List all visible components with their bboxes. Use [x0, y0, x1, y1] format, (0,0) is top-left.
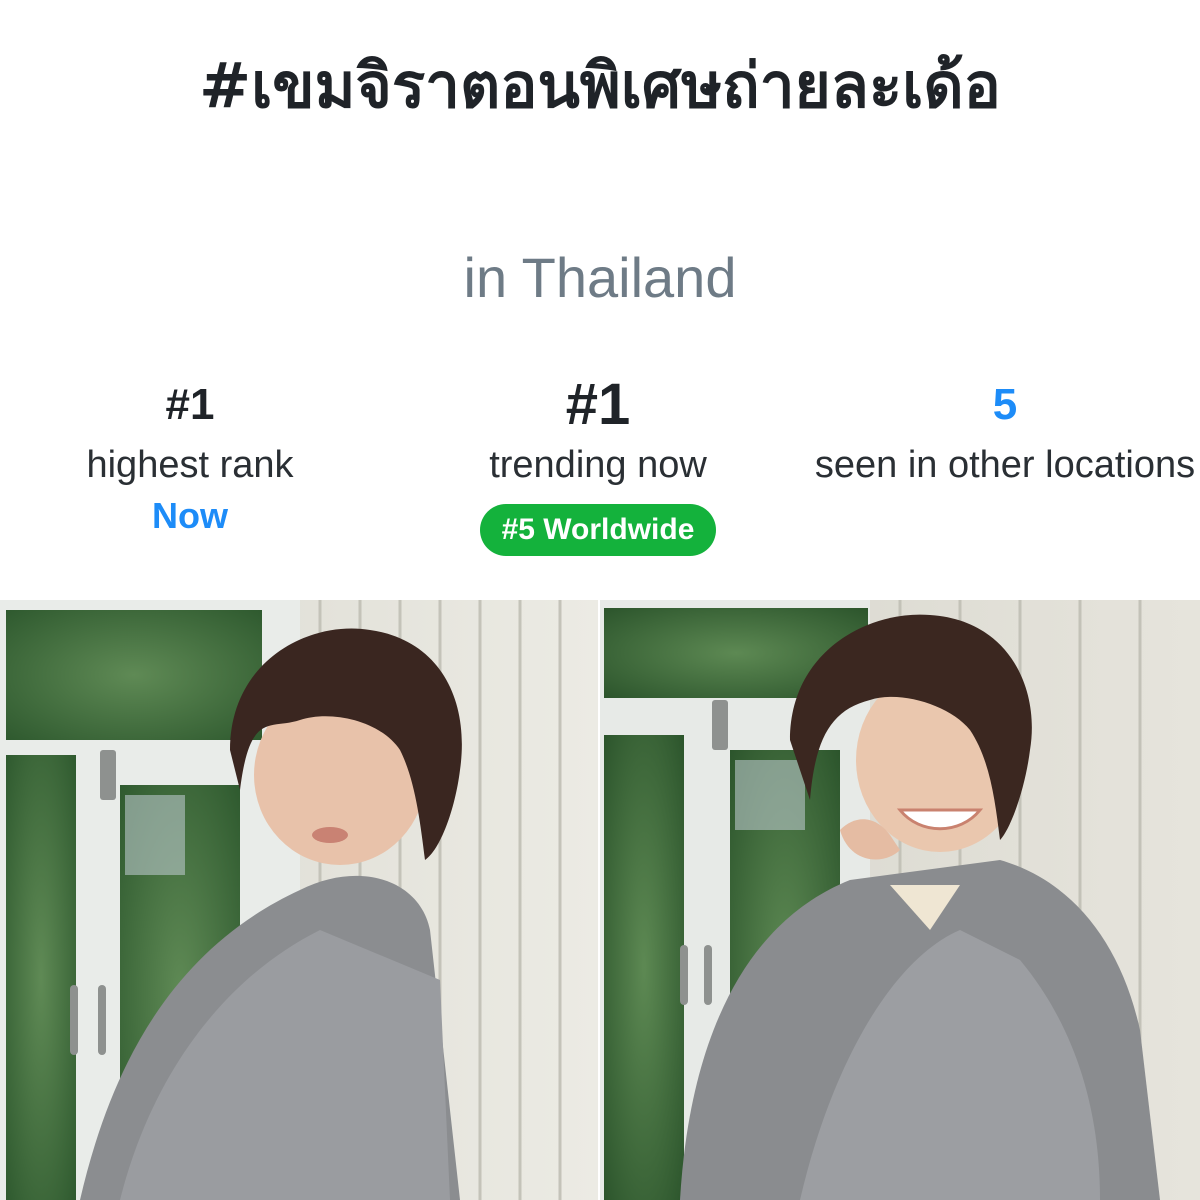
trending-now-value: #1	[565, 372, 631, 437]
other-locations-value[interactable]: 5	[805, 370, 1200, 440]
stat-trending-now: #1 trending now #5 Worldwide	[398, 370, 798, 556]
trend-location: in Thailand	[463, 246, 737, 309]
trend-header: #เขมจิราตอนพิเศษถ่ายละเด้อ in Thailand #…	[0, 0, 1200, 600]
stat-highest-rank: #1 highest rank Now	[0, 370, 390, 542]
highest-rank-time: Now	[152, 495, 228, 536]
highest-rank-label: highest rank	[86, 444, 294, 486]
worldwide-rank-badge[interactable]: #5 Worldwide	[479, 504, 717, 556]
photo-right-image	[600, 600, 1200, 1200]
photo-left[interactable]	[0, 600, 598, 1200]
photo-left-image	[0, 600, 598, 1200]
highest-rank-value: #1	[165, 380, 215, 429]
trending-now-label: trending now	[489, 444, 707, 486]
stat-other-locations: 5 seen in other locations	[805, 370, 1200, 490]
hashtag-title[interactable]: #เขมจิราตอนพิเศษถ่ายละเด้อ	[100, 38, 1100, 134]
photo-right[interactable]	[600, 600, 1200, 1200]
other-locations-label: seen in other locations	[814, 444, 1196, 486]
